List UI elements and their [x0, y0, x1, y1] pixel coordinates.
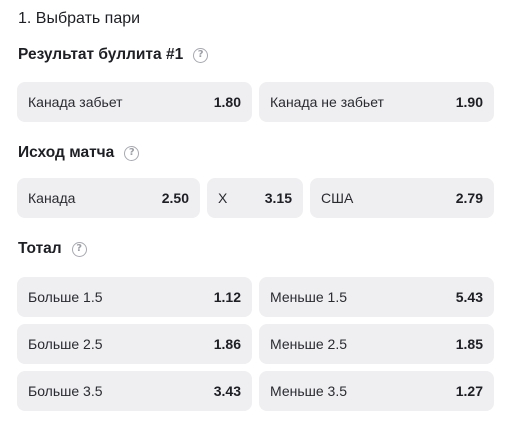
odds-label: Меньше 3.5 — [270, 383, 347, 399]
odds-button-over-1-5[interactable]: Больше 1.5 1.12 — [17, 277, 252, 317]
odds-label: Меньше 1.5 — [270, 289, 347, 305]
question-circle-icon[interactable]: ? — [193, 47, 209, 63]
question-circle-icon[interactable]: ? — [71, 241, 87, 257]
odds-value: 1.80 — [213, 94, 241, 110]
section-title-label: Тотал — [18, 240, 62, 257]
step-title: 1. Выбрать пари — [18, 10, 141, 27]
odds-label: Канада забьет — [28, 94, 123, 110]
odds-value: 2.79 — [455, 190, 483, 206]
odds-label: Больше 2.5 — [28, 336, 103, 352]
section-title-shootout: Результат буллита #1 ? — [18, 46, 209, 64]
odds-value: 5.43 — [455, 289, 483, 305]
odds-button-usa[interactable]: США 2.79 — [310, 178, 494, 218]
odds-button-under-3-5[interactable]: Меньше 3.5 1.27 — [259, 371, 494, 411]
odds-label: Больше 3.5 — [28, 383, 103, 399]
odds-button-over-2-5[interactable]: Больше 2.5 1.86 — [17, 324, 252, 364]
odds-value: 1.12 — [213, 289, 241, 305]
odds-value: 1.85 — [455, 336, 483, 352]
odds-label: Канада не забьет — [270, 94, 384, 110]
odds-value: 3.15 — [264, 190, 292, 206]
odds-button-canada[interactable]: Канада 2.50 — [17, 178, 200, 218]
odds-label: Канада — [28, 190, 76, 206]
odds-label: США — [321, 190, 354, 206]
odds-button-under-2-5[interactable]: Меньше 2.5 1.85 — [259, 324, 494, 364]
section-title-match-result: Исход матча ? — [18, 144, 140, 162]
odds-value: 2.50 — [161, 190, 189, 206]
odds-value: 1.90 — [455, 94, 483, 110]
section-title-label: Исход матча — [18, 144, 115, 161]
bet-selection-panel: 1. Выбрать пари Результат буллита #1 ? К… — [0, 0, 512, 442]
question-circle-icon[interactable]: ? — [124, 145, 140, 161]
odds-label: Больше 1.5 — [28, 289, 103, 305]
odds-button-canada-not-scores[interactable]: Канада не забьет 1.90 — [259, 82, 494, 122]
odds-button-draw[interactable]: X 3.15 — [207, 178, 303, 218]
odds-button-under-1-5[interactable]: Меньше 1.5 5.43 — [259, 277, 494, 317]
section-title-total: Тотал ? — [18, 240, 87, 258]
section-title-label: Результат буллита #1 — [18, 46, 184, 63]
odds-value: 1.27 — [455, 383, 483, 399]
odds-value: 1.86 — [213, 336, 241, 352]
odds-button-over-3-5[interactable]: Больше 3.5 3.43 — [17, 371, 252, 411]
odds-label: Меньше 2.5 — [270, 336, 347, 352]
odds-label: X — [218, 190, 228, 206]
odds-value: 3.43 — [213, 383, 241, 399]
odds-button-canada-scores[interactable]: Канада забьет 1.80 — [17, 82, 252, 122]
